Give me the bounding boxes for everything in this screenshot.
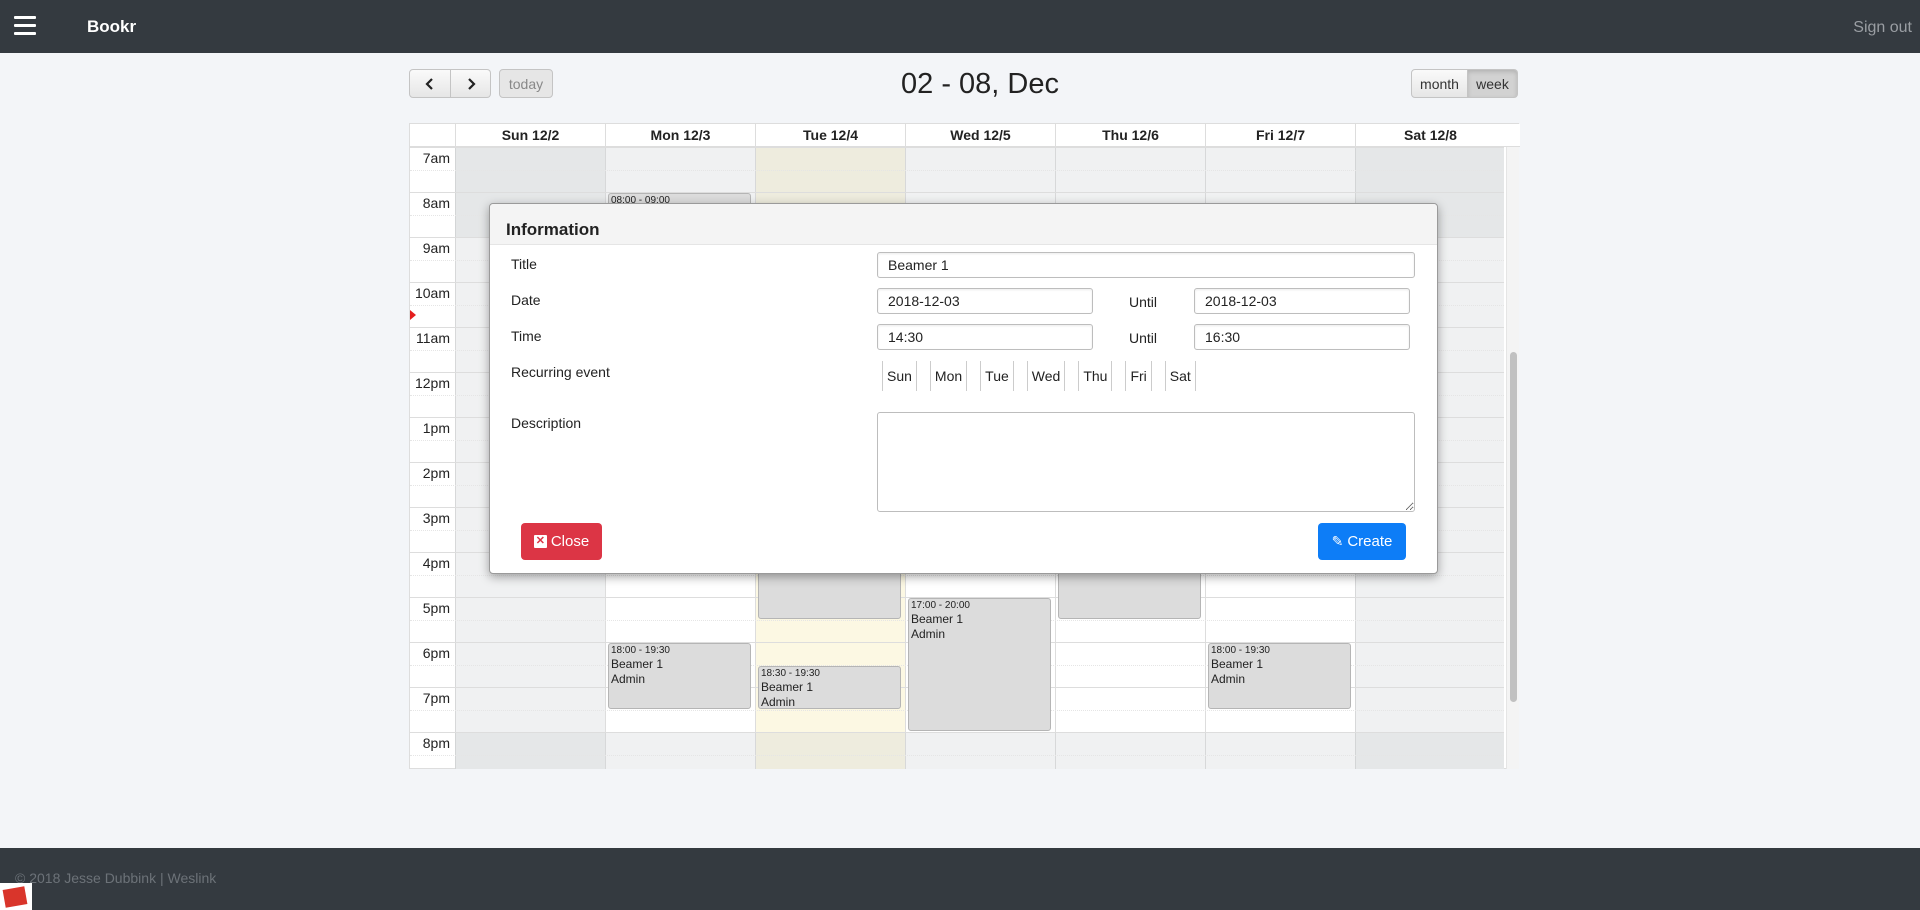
date-until-label: Until — [1129, 294, 1158, 310]
recurring-days-toggle-group: Sun Mon Tue Wed Thu Fri Sat — [882, 361, 1209, 391]
prev-week-button[interactable] — [409, 69, 451, 98]
time-until-input[interactable] — [1194, 324, 1410, 350]
month-view-button[interactable]: month — [1411, 69, 1468, 98]
hour-label: 4pm — [422, 555, 450, 571]
time-label: Time — [511, 328, 542, 344]
title-label: Title — [511, 256, 537, 272]
event-information-modal: Information Title Date Until Time Until … — [489, 203, 1438, 574]
day-header-1: Mon 12/3 — [605, 124, 755, 147]
hour-label: 8am — [422, 195, 450, 211]
date-label: Date — [511, 292, 541, 308]
calendar-event[interactable]: 17:00 - 20:00 Beamer 1 Admin — [908, 598, 1051, 731]
event-title: Beamer 1 — [761, 679, 814, 694]
event-time: 18:00 - 19:30 — [1211, 645, 1270, 656]
close-button-label: Close — [550, 533, 590, 550]
recurring-day-toggle-sun[interactable]: Sun — [882, 361, 917, 391]
brand-link[interactable]: Bookr — [87, 17, 136, 37]
recurring-day-toggle-wed[interactable]: Wed — [1026, 361, 1066, 391]
hamburger-icon[interactable] — [14, 16, 36, 36]
event-title: Beamer 1 — [1211, 657, 1264, 671]
app-logo-icon — [0, 883, 32, 910]
recurring-day-toggle-mon[interactable]: Mon — [929, 361, 968, 391]
event-time: 18:00 - 19:30 — [611, 645, 670, 656]
calendar-title: 02 - 08, Dec — [901, 68, 1059, 100]
event-title: Beamer 1 — [611, 657, 664, 671]
recurring-day-toggle-tue[interactable]: Tue — [980, 361, 1014, 391]
hour-label: 8pm — [422, 735, 450, 751]
time-until-label: Until — [1129, 330, 1158, 346]
unavailable-hours-band — [455, 732, 1504, 769]
next-week-button[interactable] — [451, 69, 491, 98]
modal-title: Information — [506, 220, 600, 239]
hour-label: 3pm — [422, 510, 450, 526]
half-hour-line — [410, 169, 1504, 171]
hour-line — [410, 147, 1504, 148]
week-view-button[interactable]: week — [1468, 69, 1518, 98]
calendar-event[interactable]: 18:00 - 19:30 Beamer 1 Admin — [608, 643, 751, 709]
hour-label: 11am — [416, 330, 450, 346]
event-user: Admin — [761, 694, 796, 709]
hour-label: 5pm — [422, 600, 450, 616]
recurring-day-toggle-sat[interactable]: Sat — [1164, 361, 1196, 391]
recurring-day-toggle-thu[interactable]: Thu — [1078, 361, 1113, 391]
hour-line — [410, 192, 1504, 193]
calendar-event[interactable]: 18:30 - 19:30 Beamer 1 Admin — [758, 665, 901, 709]
event-title: Beamer 1 — [911, 612, 964, 626]
create-button[interactable]: ✎ Create — [1318, 523, 1406, 560]
day-header-3: Wed 12/5 — [905, 124, 1055, 147]
close-square-icon: ✕ — [533, 535, 547, 548]
footer-copyright: © 2018 Jesse Dubbink | Weslink — [15, 870, 217, 886]
day-header-4: Thu 12/6 — [1055, 124, 1205, 147]
modal-header: Information — [490, 204, 1437, 245]
prev-next-group — [409, 69, 491, 98]
calendar-scrollbar[interactable] — [1506, 147, 1519, 769]
chevron-right-icon — [467, 77, 476, 90]
description-label: Description — [511, 415, 582, 431]
view-switcher: month week — [1411, 69, 1518, 98]
description-textarea[interactable] — [877, 412, 1415, 512]
day-header-0: Sun 12/2 — [455, 124, 605, 147]
day-header-2: Tue 12/4 — [755, 124, 905, 147]
hour-label: 7pm — [422, 690, 450, 706]
event-time: 17:00 - 20:00 — [911, 600, 970, 611]
hour-label: 7am — [422, 150, 450, 166]
hour-label: 9am — [422, 240, 450, 256]
recurring-event-label: Recurring event — [511, 364, 610, 380]
recurring-day-toggle-fri[interactable]: Fri — [1125, 361, 1152, 391]
today-button[interactable]: today — [499, 69, 553, 98]
day-header-6: Sat 12/8 — [1355, 124, 1505, 147]
hour-label: 10am — [414, 285, 450, 301]
chevron-left-icon — [425, 77, 433, 90]
hour-label: 12pm — [414, 375, 450, 391]
date-until-input[interactable] — [1194, 288, 1410, 314]
calendar-day-header: Sun 12/2 Mon 12/3 Tue 12/4 Wed 12/5 Thu 12/6… — [410, 124, 1520, 147]
event-user: Admin — [611, 672, 646, 686]
event-user: Admin — [1211, 672, 1246, 686]
half-hour-line — [410, 574, 1504, 576]
create-button-label: Create — [1347, 533, 1393, 550]
pencil-icon: ✎ — [1331, 533, 1344, 549]
calendar-event[interactable]: 18:00 - 19:30 Beamer 1 Admin — [1208, 643, 1351, 709]
sign-out-link[interactable]: Sign out — [1853, 19, 1912, 37]
time-start-input[interactable] — [877, 324, 1093, 350]
event-user: Admin — [911, 627, 946, 641]
hour-line — [410, 732, 1504, 733]
half-hour-line — [410, 754, 1504, 756]
top-navbar: Bookr Sign out — [0, 0, 1920, 53]
day-header-5: Fri 12/7 — [1205, 124, 1355, 147]
scrollbar-thumb[interactable] — [1510, 352, 1517, 702]
now-indicator-arrow — [410, 310, 416, 320]
hour-label: 6pm — [422, 645, 450, 661]
title-input[interactable] — [877, 252, 1415, 278]
date-start-input[interactable] — [877, 288, 1093, 314]
footer: © 2018 Jesse Dubbink | Weslink — [0, 848, 1920, 910]
hour-label: 2pm — [422, 465, 450, 481]
close-button[interactable]: ✕ Close — [521, 523, 602, 560]
event-time: 18:30 - 19:30 — [761, 667, 820, 679]
hour-label: 1pm — [422, 420, 450, 436]
